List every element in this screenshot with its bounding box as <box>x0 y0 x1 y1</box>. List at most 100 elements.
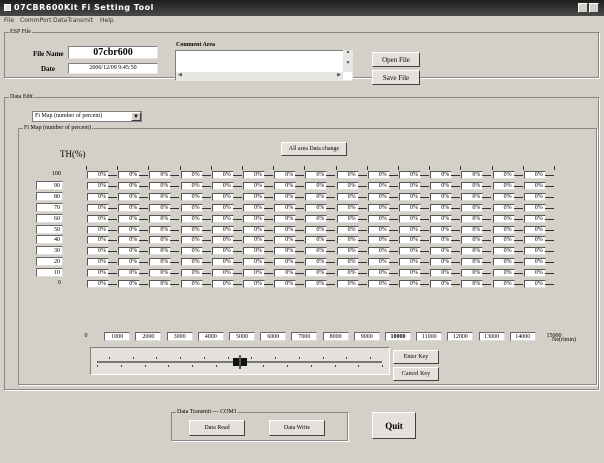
map-cell[interactable]: 0% <box>492 181 515 190</box>
map-cell[interactable]: 0% <box>492 214 515 223</box>
map-cell[interactable]: 0% <box>211 280 234 288</box>
map-cell[interactable]: 0% <box>211 171 234 179</box>
map-cell[interactable]: 0% <box>461 269 484 278</box>
map-cell[interactable]: 0% <box>180 181 203 190</box>
map-cell[interactable]: 0% <box>430 214 453 223</box>
map-cell[interactable]: 0% <box>523 203 546 212</box>
map-cell[interactable]: 0% <box>336 280 359 288</box>
map-cell[interactable]: 0% <box>492 280 515 288</box>
map-cell[interactable]: 0% <box>118 203 141 212</box>
row-label[interactable]: 40 <box>36 235 63 245</box>
map-cell[interactable]: 0% <box>430 225 453 234</box>
map-cell[interactable]: 0% <box>336 236 359 245</box>
map-cell[interactable]: 0% <box>305 258 328 267</box>
map-cell[interactable]: 0% <box>430 258 453 267</box>
map-cell[interactable]: 0% <box>180 225 203 234</box>
map-cell[interactable]: 0% <box>461 280 484 288</box>
map-cell[interactable]: 0% <box>367 203 390 212</box>
map-cell[interactable]: 0% <box>492 225 515 234</box>
map-cell[interactable]: 0% <box>211 181 234 190</box>
map-cell[interactable]: 0% <box>367 171 390 179</box>
enter-key-button[interactable]: Enter Key <box>393 350 439 364</box>
map-cell[interactable]: 0% <box>118 247 141 256</box>
map-cell[interactable]: 0% <box>180 258 203 267</box>
data-read-button[interactable]: Data Read <box>189 420 245 436</box>
map-cell[interactable]: 0% <box>461 171 484 179</box>
scroll-left-icon[interactable]: ◀ <box>178 72 182 78</box>
map-cell[interactable]: 0% <box>399 247 421 256</box>
column-label[interactable]: 6000 <box>260 332 287 341</box>
map-cell[interactable]: 0% <box>87 192 109 201</box>
map-cell[interactable]: 0% <box>180 192 203 201</box>
column-label[interactable]: 5000 <box>229 332 255 341</box>
map-cell[interactable]: 0% <box>336 203 359 212</box>
map-cell[interactable]: 0% <box>367 181 390 190</box>
map-cell[interactable]: 0% <box>211 269 234 278</box>
minimize-button[interactable] <box>578 3 588 13</box>
map-cell[interactable]: 0% <box>180 236 203 245</box>
map-cell[interactable]: 0% <box>180 269 203 278</box>
row-label[interactable]: 80 <box>36 191 63 201</box>
map-cell[interactable]: 0% <box>461 192 484 201</box>
map-cell[interactable]: 0% <box>367 225 390 234</box>
cancel-key-button[interactable]: Cancel Key <box>393 367 439 381</box>
map-cell[interactable]: 0% <box>399 280 421 288</box>
map-cell[interactable]: 0% <box>461 214 484 223</box>
map-cell[interactable]: 0% <box>118 225 141 234</box>
map-cell[interactable]: 0% <box>180 280 203 288</box>
open-file-button[interactable]: Open File <box>372 52 420 67</box>
map-cell[interactable]: 0% <box>87 247 109 256</box>
map-cell[interactable]: 0% <box>274 280 297 288</box>
map-cell[interactable]: 0% <box>149 269 172 278</box>
map-cell[interactable]: 0% <box>274 203 297 212</box>
map-cell[interactable]: 0% <box>523 192 546 201</box>
map-cell[interactable]: 0% <box>430 192 453 201</box>
map-cell[interactable]: 0% <box>305 203 328 212</box>
map-cell[interactable]: 0% <box>118 171 141 179</box>
map-cell[interactable]: 0% <box>87 280 109 288</box>
column-label[interactable]: 14000 <box>509 332 536 341</box>
column-label[interactable]: 7000 <box>291 332 318 341</box>
map-cell[interactable]: 0% <box>399 192 421 201</box>
map-cell[interactable]: 0% <box>367 247 390 256</box>
date-field[interactable]: 2006/12/09 9:45:50 <box>68 63 158 74</box>
map-cell[interactable]: 0% <box>430 236 453 245</box>
map-cell[interactable]: 0% <box>180 247 203 256</box>
map-cell[interactable]: 0% <box>305 171 328 179</box>
map-cell[interactable]: 0% <box>336 181 359 190</box>
map-cell[interactable]: 0% <box>243 171 265 179</box>
map-cell[interactable]: 0% <box>211 236 234 245</box>
scroll-up-icon[interactable]: ▲ <box>343 50 353 55</box>
map-cell[interactable]: 0% <box>211 214 234 223</box>
map-cell[interactable]: 0% <box>118 236 141 245</box>
map-cell[interactable]: 0% <box>492 171 515 179</box>
map-cell[interactable]: 0% <box>430 203 453 212</box>
map-cell[interactable]: 0% <box>399 269 421 278</box>
menu-help[interactable]: Help <box>100 17 114 24</box>
chevron-down-icon[interactable]: ▼ <box>131 112 141 121</box>
map-cell[interactable]: 0% <box>274 247 297 256</box>
map-cell[interactable]: 0% <box>523 214 546 223</box>
column-label[interactable]: 11000 <box>416 332 443 341</box>
scroll-down-icon[interactable]: ▼ <box>343 61 353 66</box>
row-label[interactable]: 50 <box>36 224 63 234</box>
map-cell[interactable]: 0% <box>211 247 234 256</box>
map-cell[interactable]: 0% <box>149 258 172 267</box>
map-cell[interactable]: 0% <box>430 280 453 288</box>
map-cell[interactable]: 0% <box>243 280 265 288</box>
map-cell[interactable]: 0% <box>523 236 546 245</box>
data-write-button[interactable]: Data Write <box>269 420 325 436</box>
map-cell[interactable]: 0% <box>87 214 109 223</box>
column-label[interactable]: 8000 <box>322 332 349 341</box>
map-cell[interactable]: 0% <box>87 181 109 190</box>
row-label[interactable]: 70 <box>36 202 63 212</box>
column-label[interactable]: 2000 <box>135 332 162 341</box>
map-cell[interactable]: 0% <box>149 214 172 223</box>
map-cell[interactable]: 0% <box>180 171 203 179</box>
map-cell[interactable]: 0% <box>492 192 515 201</box>
map-cell[interactable]: 0% <box>305 269 328 278</box>
map-cell[interactable]: 0% <box>87 236 109 245</box>
map-cell[interactable]: 0% <box>149 192 172 201</box>
map-cell[interactable]: 0% <box>87 225 109 234</box>
map-cell[interactable]: 0% <box>243 225 265 234</box>
